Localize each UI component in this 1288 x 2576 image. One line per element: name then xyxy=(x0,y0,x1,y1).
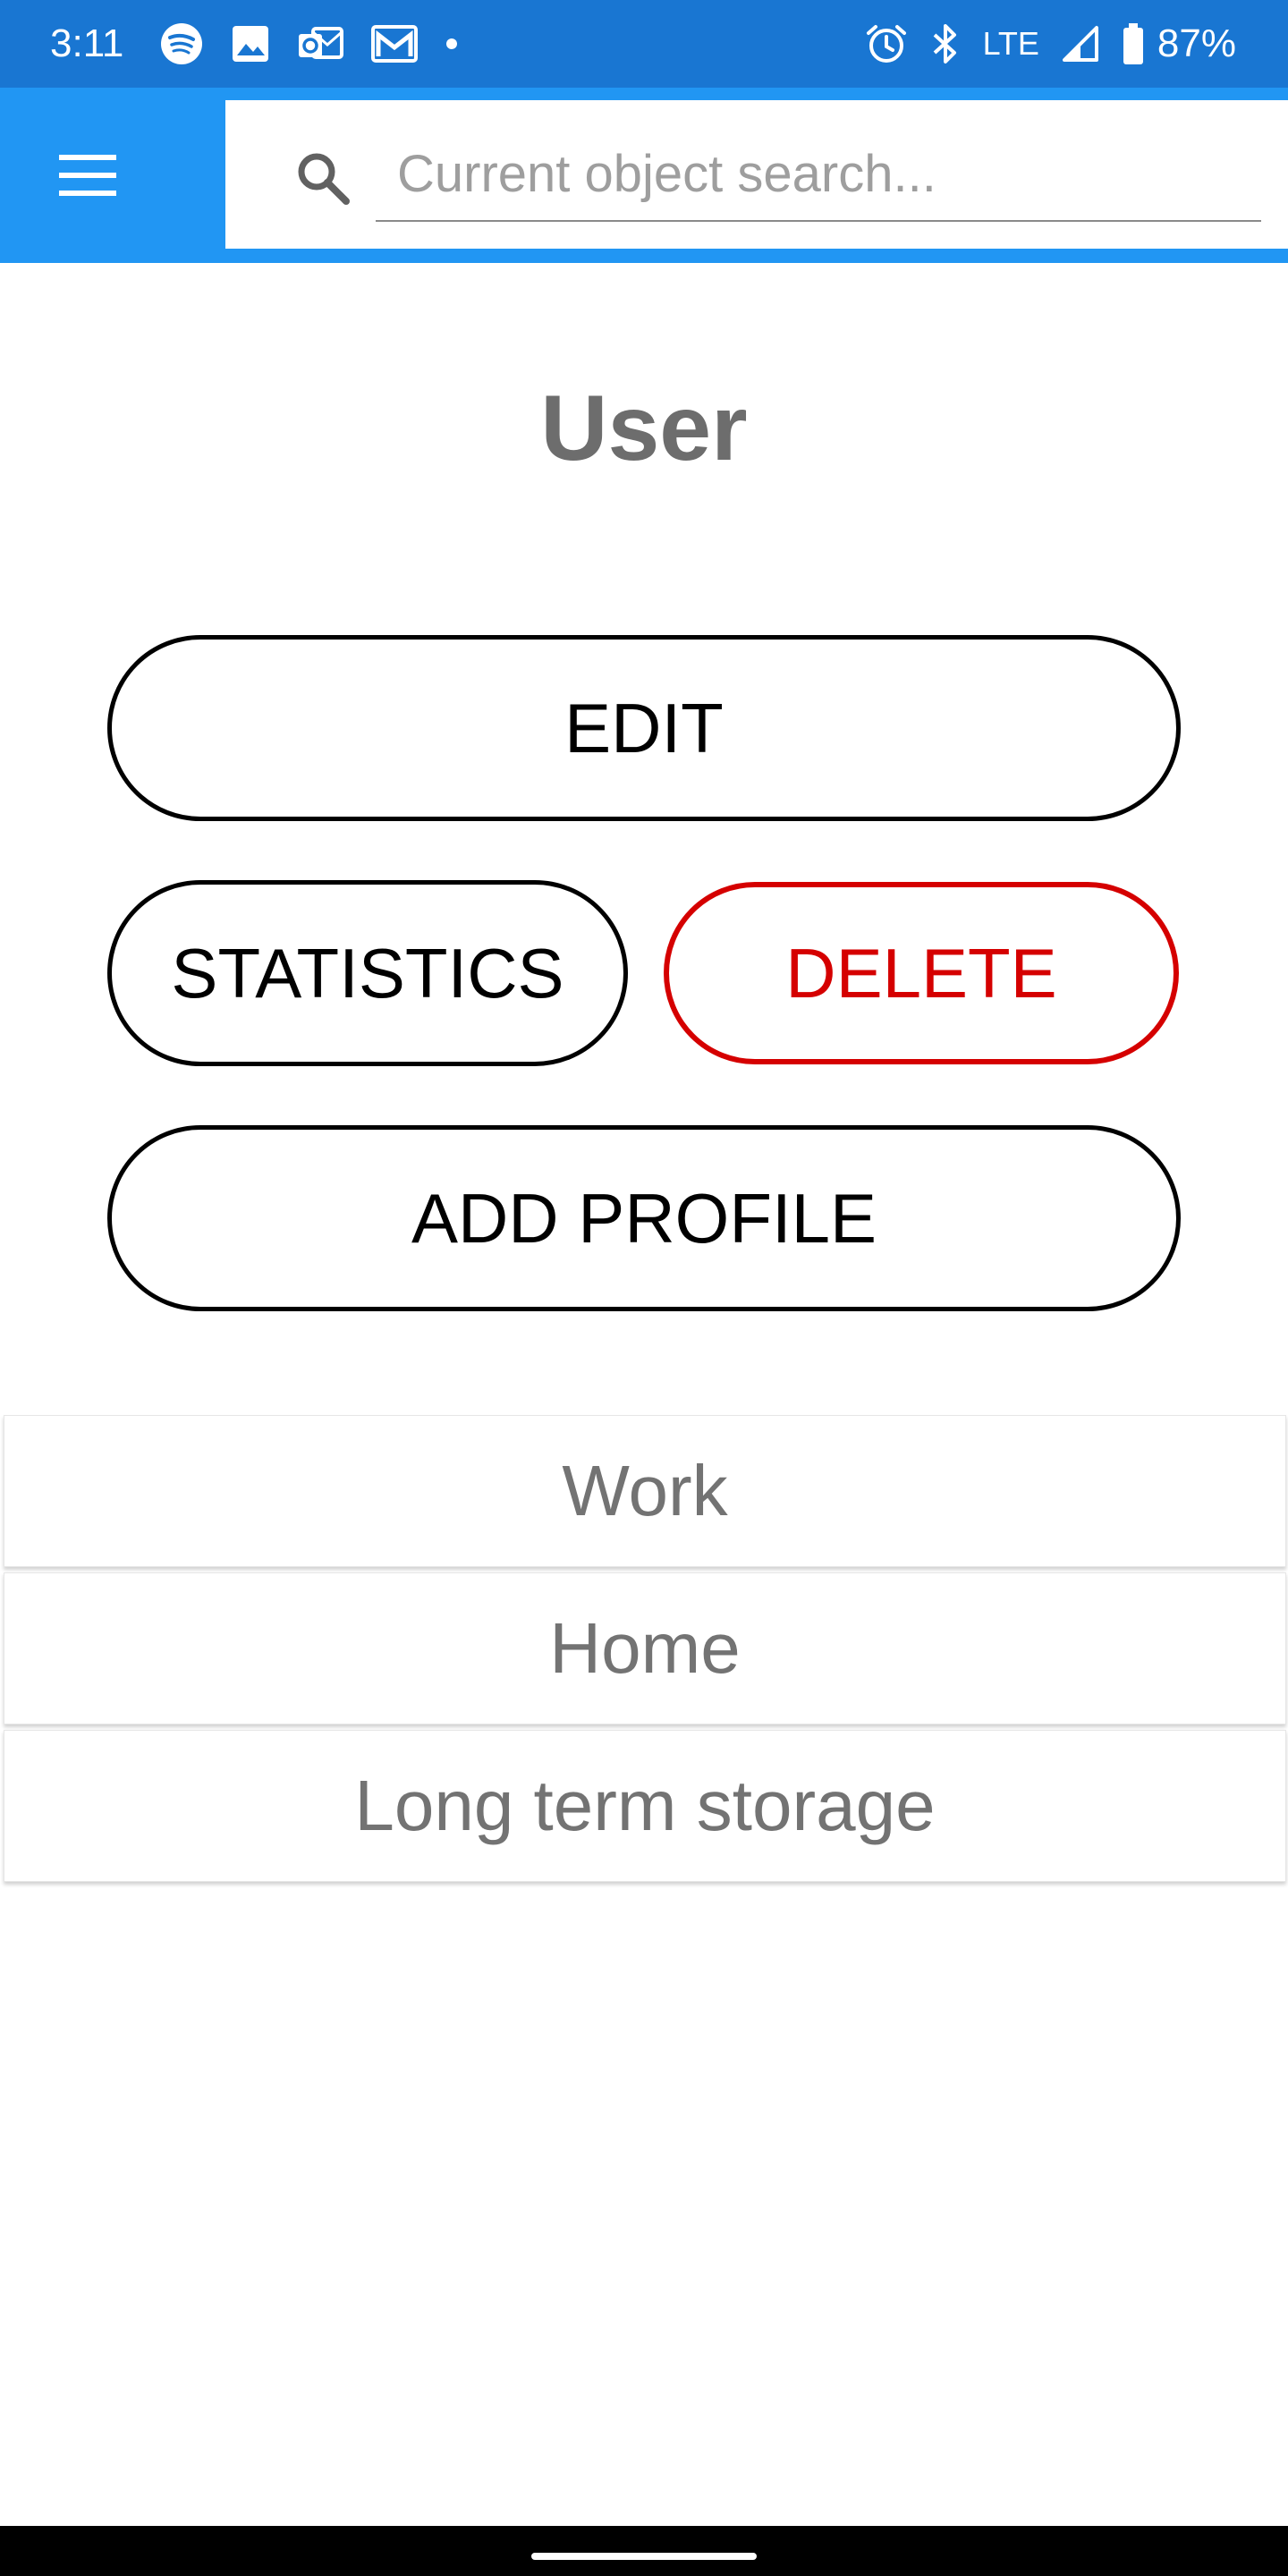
alarm-icon xyxy=(865,22,908,65)
profile-item-work[interactable]: Work xyxy=(4,1415,1286,1567)
search-input[interactable] xyxy=(376,127,1261,222)
battery-percentage: 87% xyxy=(1157,21,1236,65)
spotify-icon xyxy=(159,21,204,66)
home-gesture-handle[interactable] xyxy=(531,2553,757,2560)
search-icon xyxy=(292,147,354,209)
navigation-bar xyxy=(0,2526,1288,2576)
app-bar xyxy=(0,88,1288,263)
gmail-icon xyxy=(370,24,419,64)
profile-list: Work Home Long term storage xyxy=(4,1415,1286,1887)
outlook-icon xyxy=(297,23,344,64)
add-profile-button[interactable]: ADD PROFILE xyxy=(107,1125,1181,1311)
image-icon xyxy=(231,24,270,64)
status-time: 3:11 xyxy=(50,21,124,65)
status-bar: 3:11 LTE 87% xyxy=(0,0,1288,88)
status-bar-left: 3:11 xyxy=(50,21,485,66)
bluetooth-icon xyxy=(929,22,962,65)
search-box xyxy=(225,100,1288,249)
battery-icon xyxy=(1122,22,1145,65)
profile-item-home[interactable]: Home xyxy=(4,1572,1286,1724)
edit-button[interactable]: EDIT xyxy=(107,635,1181,821)
dot-icon xyxy=(445,38,458,50)
menu-button[interactable] xyxy=(36,123,140,227)
profile-item-long-term-storage[interactable]: Long term storage xyxy=(4,1730,1286,1882)
delete-button[interactable]: DELETE xyxy=(664,882,1179,1064)
statistics-button[interactable]: STATISTICS xyxy=(107,880,628,1066)
network-type: LTE xyxy=(982,25,1039,62)
page-title: User xyxy=(540,377,748,480)
signal-icon xyxy=(1061,24,1100,64)
app-screen: 3:11 LTE 87% Current object search... Us… xyxy=(0,0,1288,2576)
status-bar-right: LTE 87% xyxy=(843,21,1236,66)
hamburger-menu-icon xyxy=(59,155,116,196)
